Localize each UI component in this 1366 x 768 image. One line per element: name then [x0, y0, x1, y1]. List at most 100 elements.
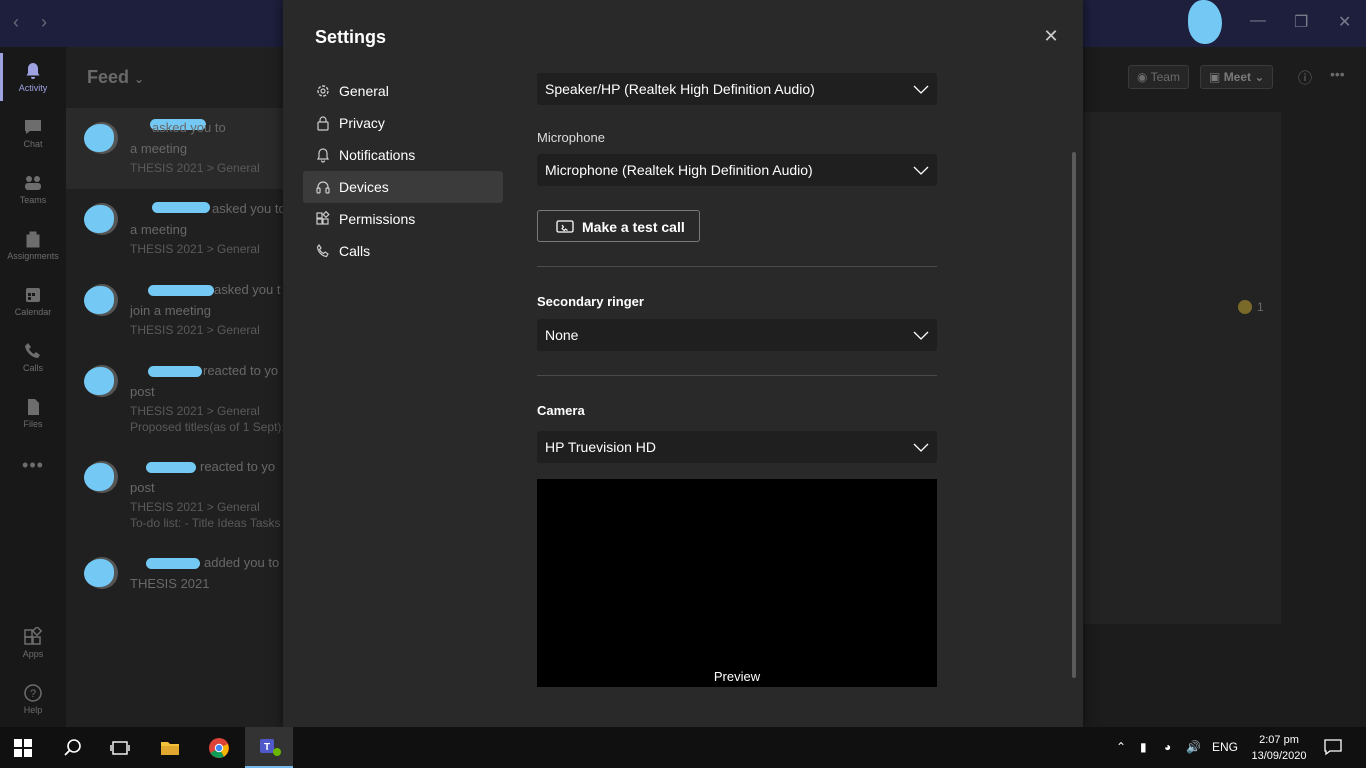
forward-arrow-icon[interactable]: › — [41, 12, 47, 33]
section-divider — [537, 266, 937, 267]
minimize-icon[interactable]: — — [1250, 12, 1266, 30]
secondary-ringer-label: Secondary ringer — [537, 294, 644, 309]
secondary-ringer-select[interactable]: None — [537, 319, 937, 351]
teams-app-icon: T — [260, 739, 281, 756]
chat-icon — [25, 120, 41, 134]
wifi-icon[interactable]: ◕ — [1164, 740, 1171, 754]
avatar — [84, 557, 118, 589]
gear-icon — [317, 85, 329, 97]
more-options-icon[interactable]: ••• — [1330, 66, 1345, 82]
svg-text:?: ? — [30, 688, 36, 700]
feed-item[interactable]: asked you to a meeting THESIS 2021 > Gen… — [66, 189, 286, 270]
file-explorer-icon[interactable] — [159, 737, 181, 759]
settings-nav-devices[interactable]: Devices — [303, 171, 503, 203]
rail-label: Calendar — [14, 307, 52, 317]
permissions-icon — [316, 211, 330, 225]
close-window-icon[interactable]: ✕ — [1338, 12, 1351, 32]
meet-button[interactable]: ▣ Meet ⌄ — [1200, 65, 1274, 89]
test-call-button[interactable]: Make a test call — [537, 210, 700, 242]
rail-label: Chat — [23, 139, 43, 149]
rail-item-calls[interactable]: Calls — [0, 331, 66, 387]
microphone-select[interactable]: Microphone (Realtek High Definition Audi… — [537, 154, 937, 186]
apps-icon — [24, 627, 43, 645]
avatar — [84, 284, 118, 316]
chevron-down-icon: ⌄ — [134, 72, 145, 86]
video-icon: ▣ — [1209, 70, 1221, 84]
feed-item[interactable]: asked you to a meeting THESIS 2021 > Gen… — [66, 108, 286, 189]
settings-nav-notifications[interactable]: Notifications — [303, 139, 503, 171]
windows-start-icon[interactable] — [14, 739, 32, 757]
calendar-icon — [26, 288, 40, 302]
rail-label: Calls — [22, 363, 43, 373]
file-icon — [28, 399, 39, 415]
feed-title[interactable]: Feed ⌄ — [87, 67, 144, 88]
help-icon: ? — [24, 684, 42, 702]
settings-nav-privacy[interactable]: Privacy — [303, 107, 503, 139]
section-divider — [537, 375, 937, 376]
language-indicator[interactable]: ENG — [1212, 740, 1238, 754]
rail-item-apps[interactable]: Apps — [0, 617, 66, 673]
team-button[interactable]: ◉ Team — [1128, 65, 1189, 89]
test-call-icon — [556, 220, 574, 233]
svg-text:T: T — [264, 742, 270, 753]
camera-select[interactable]: HP Truevision HD — [537, 431, 937, 463]
rail-label: Apps — [22, 649, 44, 659]
restore-icon[interactable]: ❐ — [1294, 12, 1308, 32]
lock-icon — [317, 116, 329, 131]
feed-item[interactable]: reacted to yo post THESIS 2021 > General… — [66, 447, 286, 543]
rail-item-activity[interactable]: Activity — [0, 51, 66, 107]
settings-scrollbar[interactable] — [1070, 152, 1078, 678]
rail-item-assignments[interactable]: Assignments — [0, 219, 66, 275]
task-view-icon[interactable] — [109, 737, 131, 759]
feed-item[interactable]: added you to THESIS 2021 — [66, 543, 286, 624]
show-hidden-icons-icon[interactable]: ⌃ — [1116, 740, 1126, 754]
camera-preview: Preview — [537, 479, 937, 687]
close-icon[interactable]: ✕ — [1041, 26, 1061, 46]
settings-nav-calls[interactable]: Calls — [303, 235, 503, 267]
preview-label: Preview — [713, 669, 761, 684]
feed-item[interactable]: reacted to yo post THESIS 2021 > General… — [66, 351, 286, 447]
rail-label: Assignments — [7, 251, 59, 261]
camera-label: Camera — [537, 403, 585, 418]
phone-icon — [25, 343, 40, 358]
rail-item-calendar[interactable]: Calendar — [0, 275, 66, 331]
teams-icon — [25, 176, 41, 190]
eye-icon: ◉ — [1137, 70, 1148, 84]
teams-taskbar-button[interactable]: T — [245, 727, 293, 768]
scrollbar-thumb[interactable] — [1072, 152, 1076, 678]
feed-item[interactable]: asked you t join a meeting THESIS 2021 >… — [66, 270, 286, 351]
rail-item-files[interactable]: Files — [0, 387, 66, 443]
avatar — [84, 365, 118, 397]
feed-panel: Feed ⌄ asked you to a meeting THESIS 202… — [66, 47, 286, 727]
settings-nav-general[interactable]: General — [303, 75, 503, 107]
notification-center-icon[interactable] — [1324, 738, 1342, 756]
chevron-down-icon — [913, 443, 929, 452]
reaction-emoji-icon — [1238, 300, 1252, 314]
app-rail: Activity Chat Teams Assignments Calendar… — [0, 47, 66, 727]
avatar — [84, 203, 118, 235]
bell-icon — [26, 63, 40, 79]
rail-label: Help — [23, 705, 43, 715]
volume-icon[interactable]: 🔊 — [1186, 740, 1201, 754]
rail-item-teams[interactable]: Teams — [0, 163, 66, 219]
back-arrow-icon[interactable]: ‹ — [13, 12, 19, 33]
redaction-mark — [1188, 0, 1222, 44]
info-icon[interactable]: ⓘ — [1298, 68, 1312, 88]
avatar — [84, 122, 118, 154]
channel-content — [1083, 112, 1281, 624]
rail-item-help[interactable]: ? Help — [0, 673, 66, 729]
assignments-icon — [26, 231, 40, 248]
chrome-icon[interactable] — [208, 737, 230, 759]
rail-more-button[interactable]: ••• — [0, 447, 66, 483]
bell-icon — [317, 148, 329, 163]
settings-nav-permissions[interactable]: Permissions — [303, 203, 503, 235]
clock[interactable]: 2:07 pm 13/09/2020 — [1244, 732, 1314, 764]
rail-item-chat[interactable]: Chat — [0, 107, 66, 163]
chevron-down-icon — [913, 85, 929, 94]
taskbar: T ⌃ ▮ ◕ 🔊 ENG 2:07 pm 13/09/2020 — [0, 727, 1366, 768]
speaker-select[interactable]: Speaker/HP (Realtek High Definition Audi… — [537, 73, 937, 105]
settings-dialog: Settings ✕ General Privacy Notifications… — [283, 0, 1083, 727]
search-icon[interactable] — [62, 737, 84, 759]
battery-icon[interactable]: ▮ — [1140, 740, 1147, 754]
rail-label: Activity — [18, 83, 48, 93]
